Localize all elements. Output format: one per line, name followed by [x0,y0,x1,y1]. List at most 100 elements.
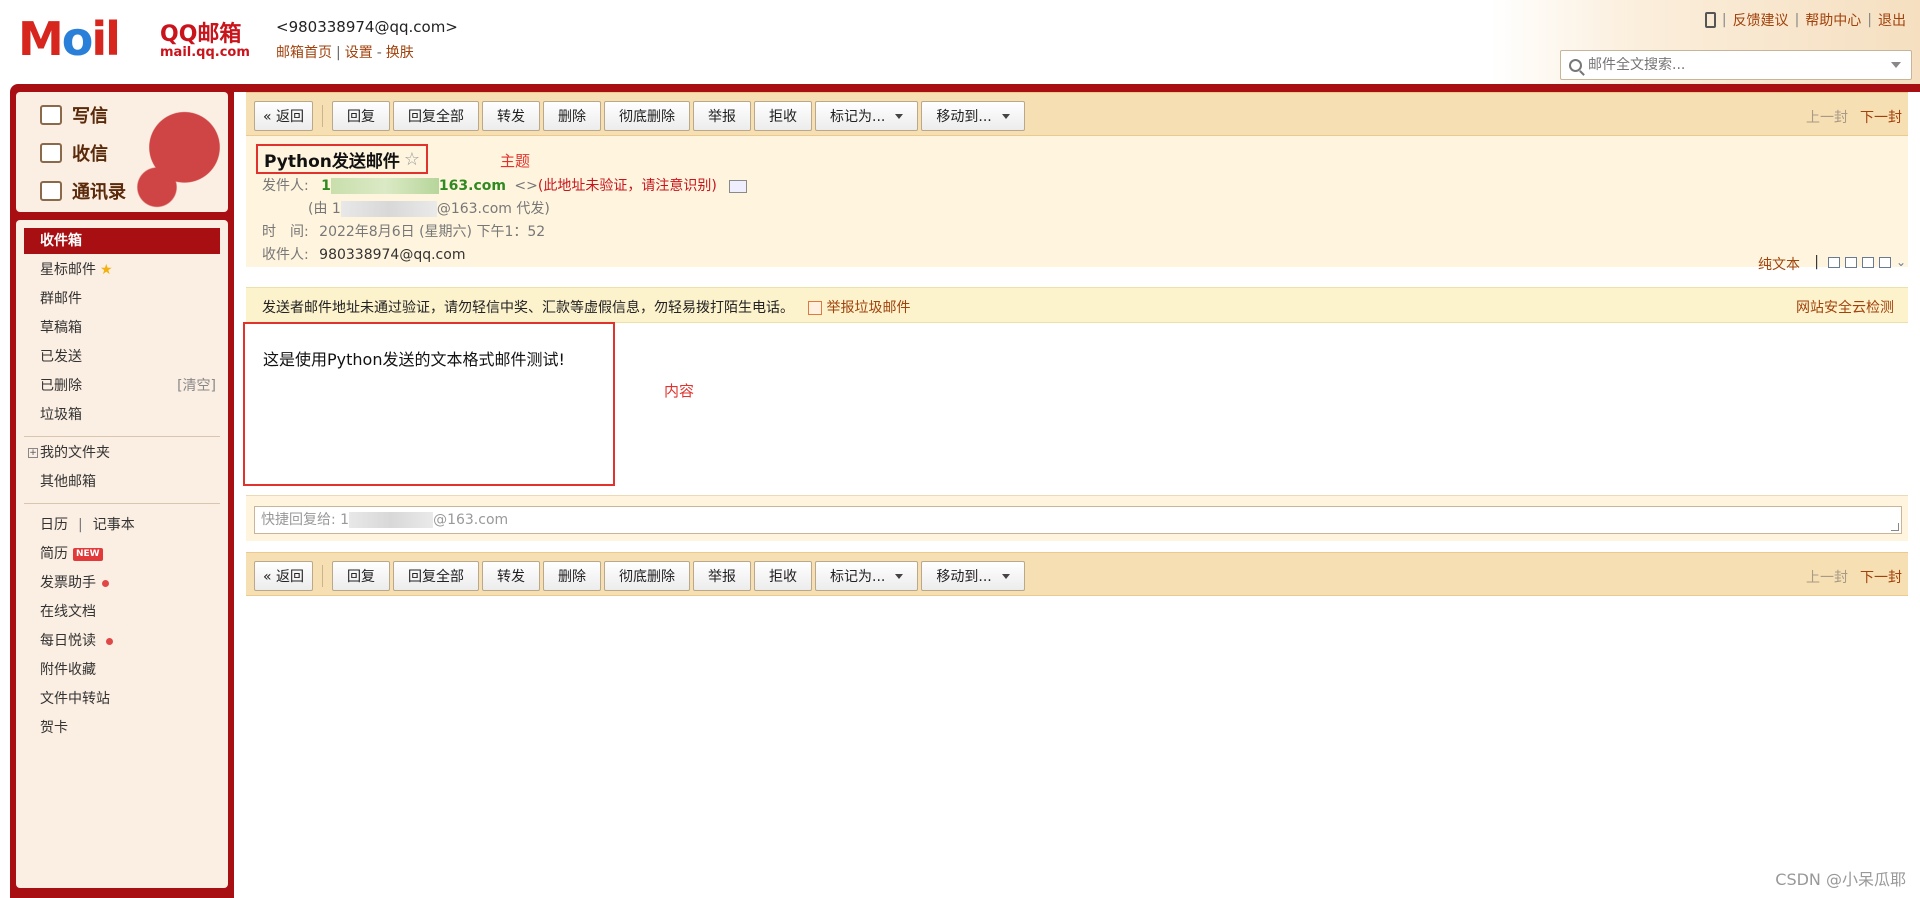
copy-icon[interactable] [1844,256,1857,268]
search-box[interactable] [1560,50,1912,80]
sidebar-item-docs[interactable]: 在线文档 [24,599,220,625]
warning-bar: 发送者邮件地址未通过验证，请勿轻信中奖、汇款等虚假信息，勿轻易拨打陌生电话。 举… [246,287,1908,323]
reject-button[interactable]: 拒收 [754,101,813,131]
logo-brand: QQ邮箱 [160,22,242,47]
reply-button[interactable]: 回复 [332,101,391,131]
new-window-icon[interactable] [1827,256,1840,268]
sidebar-item-other-mailbox[interactable]: 其他邮箱 [24,469,220,495]
sidebar-item-drafts[interactable]: 草稿箱 [24,315,220,341]
divider [24,503,220,504]
reply-all-button[interactable]: 回复全部 [393,101,480,131]
change-skin-link[interactable]: 换肤 [386,45,414,61]
sender-email[interactable]: 163.com [439,178,506,194]
body-annotation: 内容 [664,382,695,400]
contacts-label: 通讯录 [72,182,126,203]
delete-permanent-button[interactable]: 彻底删除 [604,561,691,591]
sidebar-item-sent[interactable]: 已发送 [24,344,220,370]
mail-header: Python发送邮件 ☆ 主题 发件人: 1 163.com <>(此地址未验证，… [246,136,1908,267]
header-tools: | ⌄ [1814,254,1906,270]
subject-highlight-box: Python发送邮件 ☆ [256,144,429,174]
sidebar-item-deleted[interactable]: 已删除 [清空] [24,373,220,399]
plain-text-link[interactable]: 纯文本 [1758,254,1800,274]
top-links: | 反馈建议 | 帮助中心 | 退出 [1704,10,1906,30]
report-spam-link[interactable]: 举报垃圾邮件 [808,300,910,316]
sidebar-item-file-transfer[interactable]: 文件中转站 [24,686,220,712]
print-icon[interactable] [1878,256,1891,268]
star-outline-icon[interactable]: ☆ [404,149,420,170]
redacted-sender [330,178,439,194]
move-to-dropdown[interactable]: 移动到... [921,561,1025,591]
expand-more-icon[interactable]: ⌄ [1896,255,1906,269]
report-button[interactable]: 举报 [693,561,752,591]
sidebar-item-resume[interactable]: 简历 NEW [24,541,220,567]
notification-dot [106,637,113,645]
download-icon[interactable] [1861,256,1874,268]
warning-message: 发送者邮件地址未通过验证，请勿轻信中奖、汇款等虚假信息，勿轻易拨打陌生电话。 [262,300,794,316]
mail-view: « 返回 回复 回复全部 转发 删除 彻底删除 举报 拒收 标记为... 移动到… [234,92,1920,898]
sidebar-item-calendar-notebook: 日历 | 记事本 [40,517,135,533]
contacts-button[interactable]: 通讯录 [40,178,126,204]
mail-body: 这是使用Python发送的文本格式邮件测试! [263,350,565,369]
new-badge: NEW [73,547,103,561]
sidebar-item-attachments[interactable]: 附件收藏 [24,657,220,683]
prev-mail-link[interactable]: 上一封 [1806,570,1848,586]
settings-link[interactable]: 设置 [345,45,373,61]
mailbox-home-link[interactable]: 邮箱首页 [276,45,332,61]
sidebar-item-inbox[interactable]: 收件箱 [24,228,220,254]
redacted-reply-to [349,512,434,528]
back-button[interactable]: « 返回 [254,561,314,591]
mail-body-highlight-box: 这是使用Python发送的文本格式邮件测试! [243,322,615,486]
compose-button[interactable]: 写信 [40,102,108,128]
forward-button[interactable]: 转发 [482,561,541,591]
move-to-dropdown[interactable]: 移动到... [921,101,1025,131]
help-center-link[interactable]: 帮助中心 [1805,10,1861,30]
next-mail-link[interactable]: 下一封 [1860,570,1902,586]
receive-button[interactable]: 收信 [40,140,108,166]
reply-button[interactable]: 回复 [332,561,391,591]
next-mail-link[interactable]: 下一封 [1860,110,1902,126]
back-button[interactable]: « 返回 [254,101,314,131]
notification-dot [102,579,109,587]
qq-mail-logo[interactable]: Moil QQ邮箱 mail.qq.com [18,14,258,64]
redacted-via [340,201,437,217]
sidebar-item-starred[interactable]: 星标邮件 ★ [24,257,220,283]
sidebar-item-greeting-cards[interactable]: 贺卡 [24,715,220,741]
feedback-link[interactable]: 反馈建议 [1733,10,1789,30]
forward-button[interactable]: 转发 [482,101,541,131]
delete-permanent-button[interactable]: 彻底删除 [604,101,691,131]
chevron-down-icon [1001,113,1010,119]
resize-handle-icon[interactable] [1891,523,1899,531]
prev-mail-link[interactable]: 上一封 [1806,110,1848,126]
chevron-down-icon[interactable] [1891,62,1901,68]
clear-trash-link[interactable]: [清空] [177,373,216,399]
sidebar-item-group[interactable]: 群邮件 [24,286,220,312]
sender-row: 发件人: 1 163.com <>(此地址未验证，请注意识别) [262,175,748,195]
chevron-down-icon [895,113,904,119]
sidebar-item-my-folders[interactable]: + 我的文件夹 [24,440,220,466]
calendar-link[interactable]: 日历 [40,517,68,533]
mark-as-dropdown[interactable]: 标记为... [815,101,919,131]
search-input[interactable] [1588,57,1891,73]
top-header: Moil QQ邮箱 mail.qq.com <980338974@qq.com>… [0,0,1920,86]
notebook-link[interactable]: 记事本 [93,517,135,533]
sidebar-item-daily-read[interactable]: 每日悦读 [24,628,220,654]
compose-panel: 写信 收信 通讯录 [16,92,228,212]
phone-icon[interactable] [1704,12,1716,28]
logout-link[interactable]: 退出 [1878,10,1906,30]
inbox-icon [40,143,62,163]
delete-button[interactable]: 删除 [543,561,602,591]
expand-icon[interactable]: + [28,448,38,458]
security-check-link[interactable]: 网站安全云检测 [1796,297,1894,317]
reply-all-button[interactable]: 回复全部 [393,561,480,591]
separator [322,105,324,127]
compose-label: 写信 [72,106,108,127]
recipient-email[interactable]: 980338974@qq.com [319,247,465,263]
contact-card-icon[interactable] [729,179,748,193]
report-button[interactable]: 举报 [693,101,752,131]
reject-button[interactable]: 拒收 [754,561,813,591]
sidebar-item-invoice[interactable]: 发票助手 [24,570,220,596]
delete-button[interactable]: 删除 [543,101,602,131]
quick-reply-input[interactable]: 快捷回复给: 1 @163.com [254,506,1902,534]
mark-as-dropdown[interactable]: 标记为... [815,561,919,591]
sidebar-item-spam[interactable]: 垃圾箱 [24,402,220,428]
